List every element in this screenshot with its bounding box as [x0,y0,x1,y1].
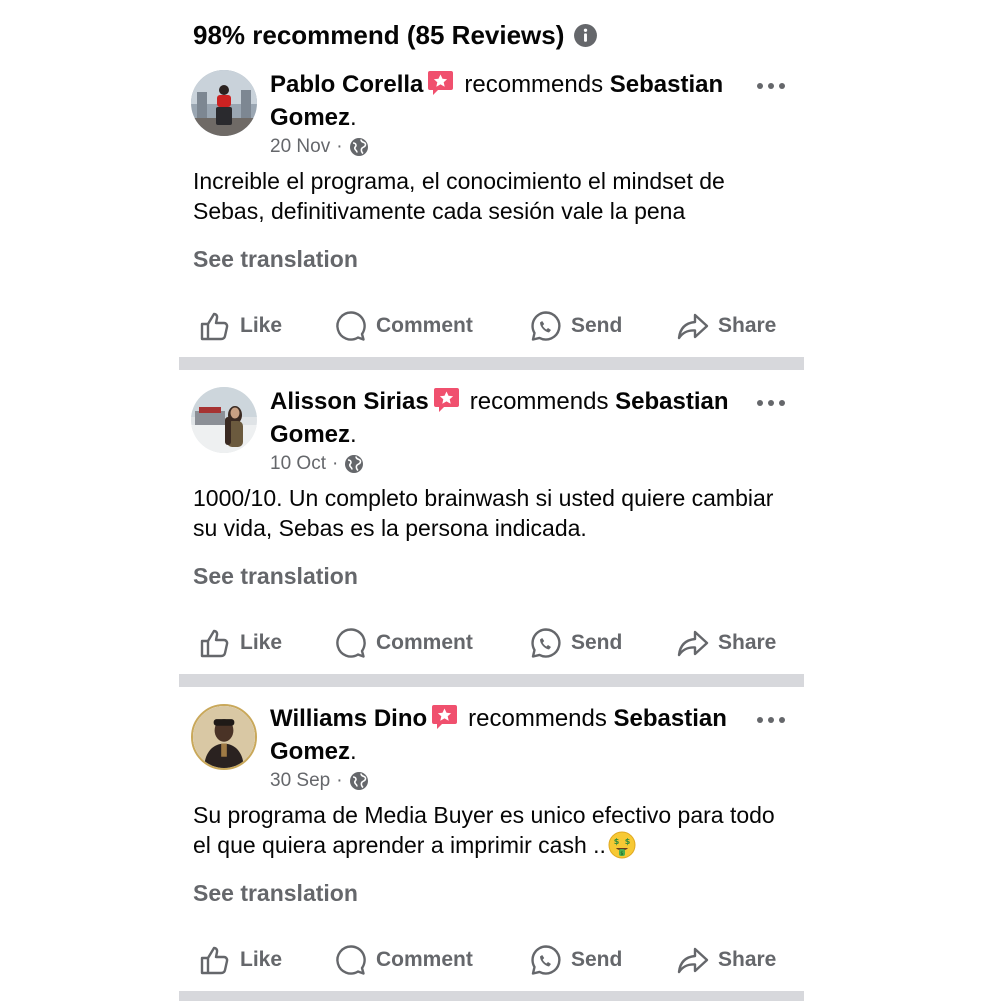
recommends-text: recommends [468,705,607,732]
thumbs-up-icon [200,946,229,975]
meta-separator: · [336,136,343,157]
recommends-text: recommends [469,388,609,415]
comment-button[interactable]: Comment [334,939,473,981]
review-text: 1000/10. Un completo brainwash si usted … [193,485,774,541]
like-label: Like [240,948,283,971]
more-dots-icon [757,717,785,723]
messenger-send-icon [531,945,561,975]
recommend-star-icon [427,69,454,96]
review-header: Pablo Corella recommends Sebastian Gomez. [270,68,750,134]
see-translation-link[interactable]: See translation [193,246,358,273]
globe-icon [349,137,369,157]
review-meta: 10 Oct · [270,451,364,477]
review-divider [179,991,804,1001]
send-button[interactable]: Send [529,939,622,981]
globe-icon [349,771,369,791]
send-label: Send [571,948,623,971]
review-actions: Like Comment Send Share [179,939,804,981]
svg-text:$: $ [614,837,620,846]
review-text: Su programa de Media Buyer es unico efec… [193,802,775,858]
comment-label: Comment [376,948,473,971]
money-mouth-face-emoji: $ $ $ [608,831,636,859]
more-dots-icon [757,83,785,89]
review-card: Williams Dino recommends Sebastian Gomez.… [179,634,804,975]
more-options-button[interactable] [756,712,786,728]
globe-icon [344,454,364,474]
review-card: Alisson Sirias recommends Sebastian Gomez… [179,317,804,658]
recommend-star-icon [431,703,458,730]
reviewer-name[interactable]: Alisson Sirias [270,388,429,415]
like-button[interactable]: Like [198,939,282,981]
review-text-container: Su programa de Media Buyer es unico efec… [193,800,793,860]
review-text: Increible el programa, el conocimiento e… [193,168,725,224]
recommends-text: recommends [464,71,604,98]
see-translation-link[interactable]: See translation [193,880,358,907]
see-translation-link[interactable]: See translation [193,563,358,590]
more-dots-icon [757,400,785,406]
meta-separator: · [336,770,343,791]
reviewer-name[interactable]: Pablo Corella [270,71,423,98]
review-meta: 30 Sep · [270,768,369,794]
more-options-button[interactable] [756,78,786,94]
review-header: Williams Dino recommends Sebastian Gomez. [270,702,750,768]
sentence-period: . [350,421,357,448]
avatar[interactable] [191,704,257,770]
avatar[interactable] [191,387,257,453]
comment-bubble-icon [336,945,366,975]
review-header: Alisson Sirias recommends Sebastian Gomez… [270,385,750,451]
review-date[interactable]: 20 Nov [270,136,330,158]
share-label: Share [718,948,777,971]
more-options-button[interactable] [756,395,786,411]
svg-text:$: $ [625,837,631,846]
review-card: Pablo Corella recommends Sebastian Gomez.… [179,0,804,341]
review-date[interactable]: 30 Sep [270,770,330,792]
review-date[interactable]: 10 Oct [270,453,326,475]
recommend-star-icon [433,386,460,413]
sentence-period: . [350,738,357,765]
reviews-panel: 98% recommend (85 Reviews) Pablo Corella… [179,0,804,1001]
review-meta: 20 Nov · [270,134,369,160]
share-button[interactable]: Share [676,939,776,981]
meta-separator: · [331,453,339,474]
avatar[interactable] [191,70,257,136]
share-arrow-icon [677,947,709,974]
reviewer-name[interactable]: Williams Dino [270,705,427,732]
sentence-period: . [350,104,357,131]
svg-text:$: $ [620,851,623,857]
